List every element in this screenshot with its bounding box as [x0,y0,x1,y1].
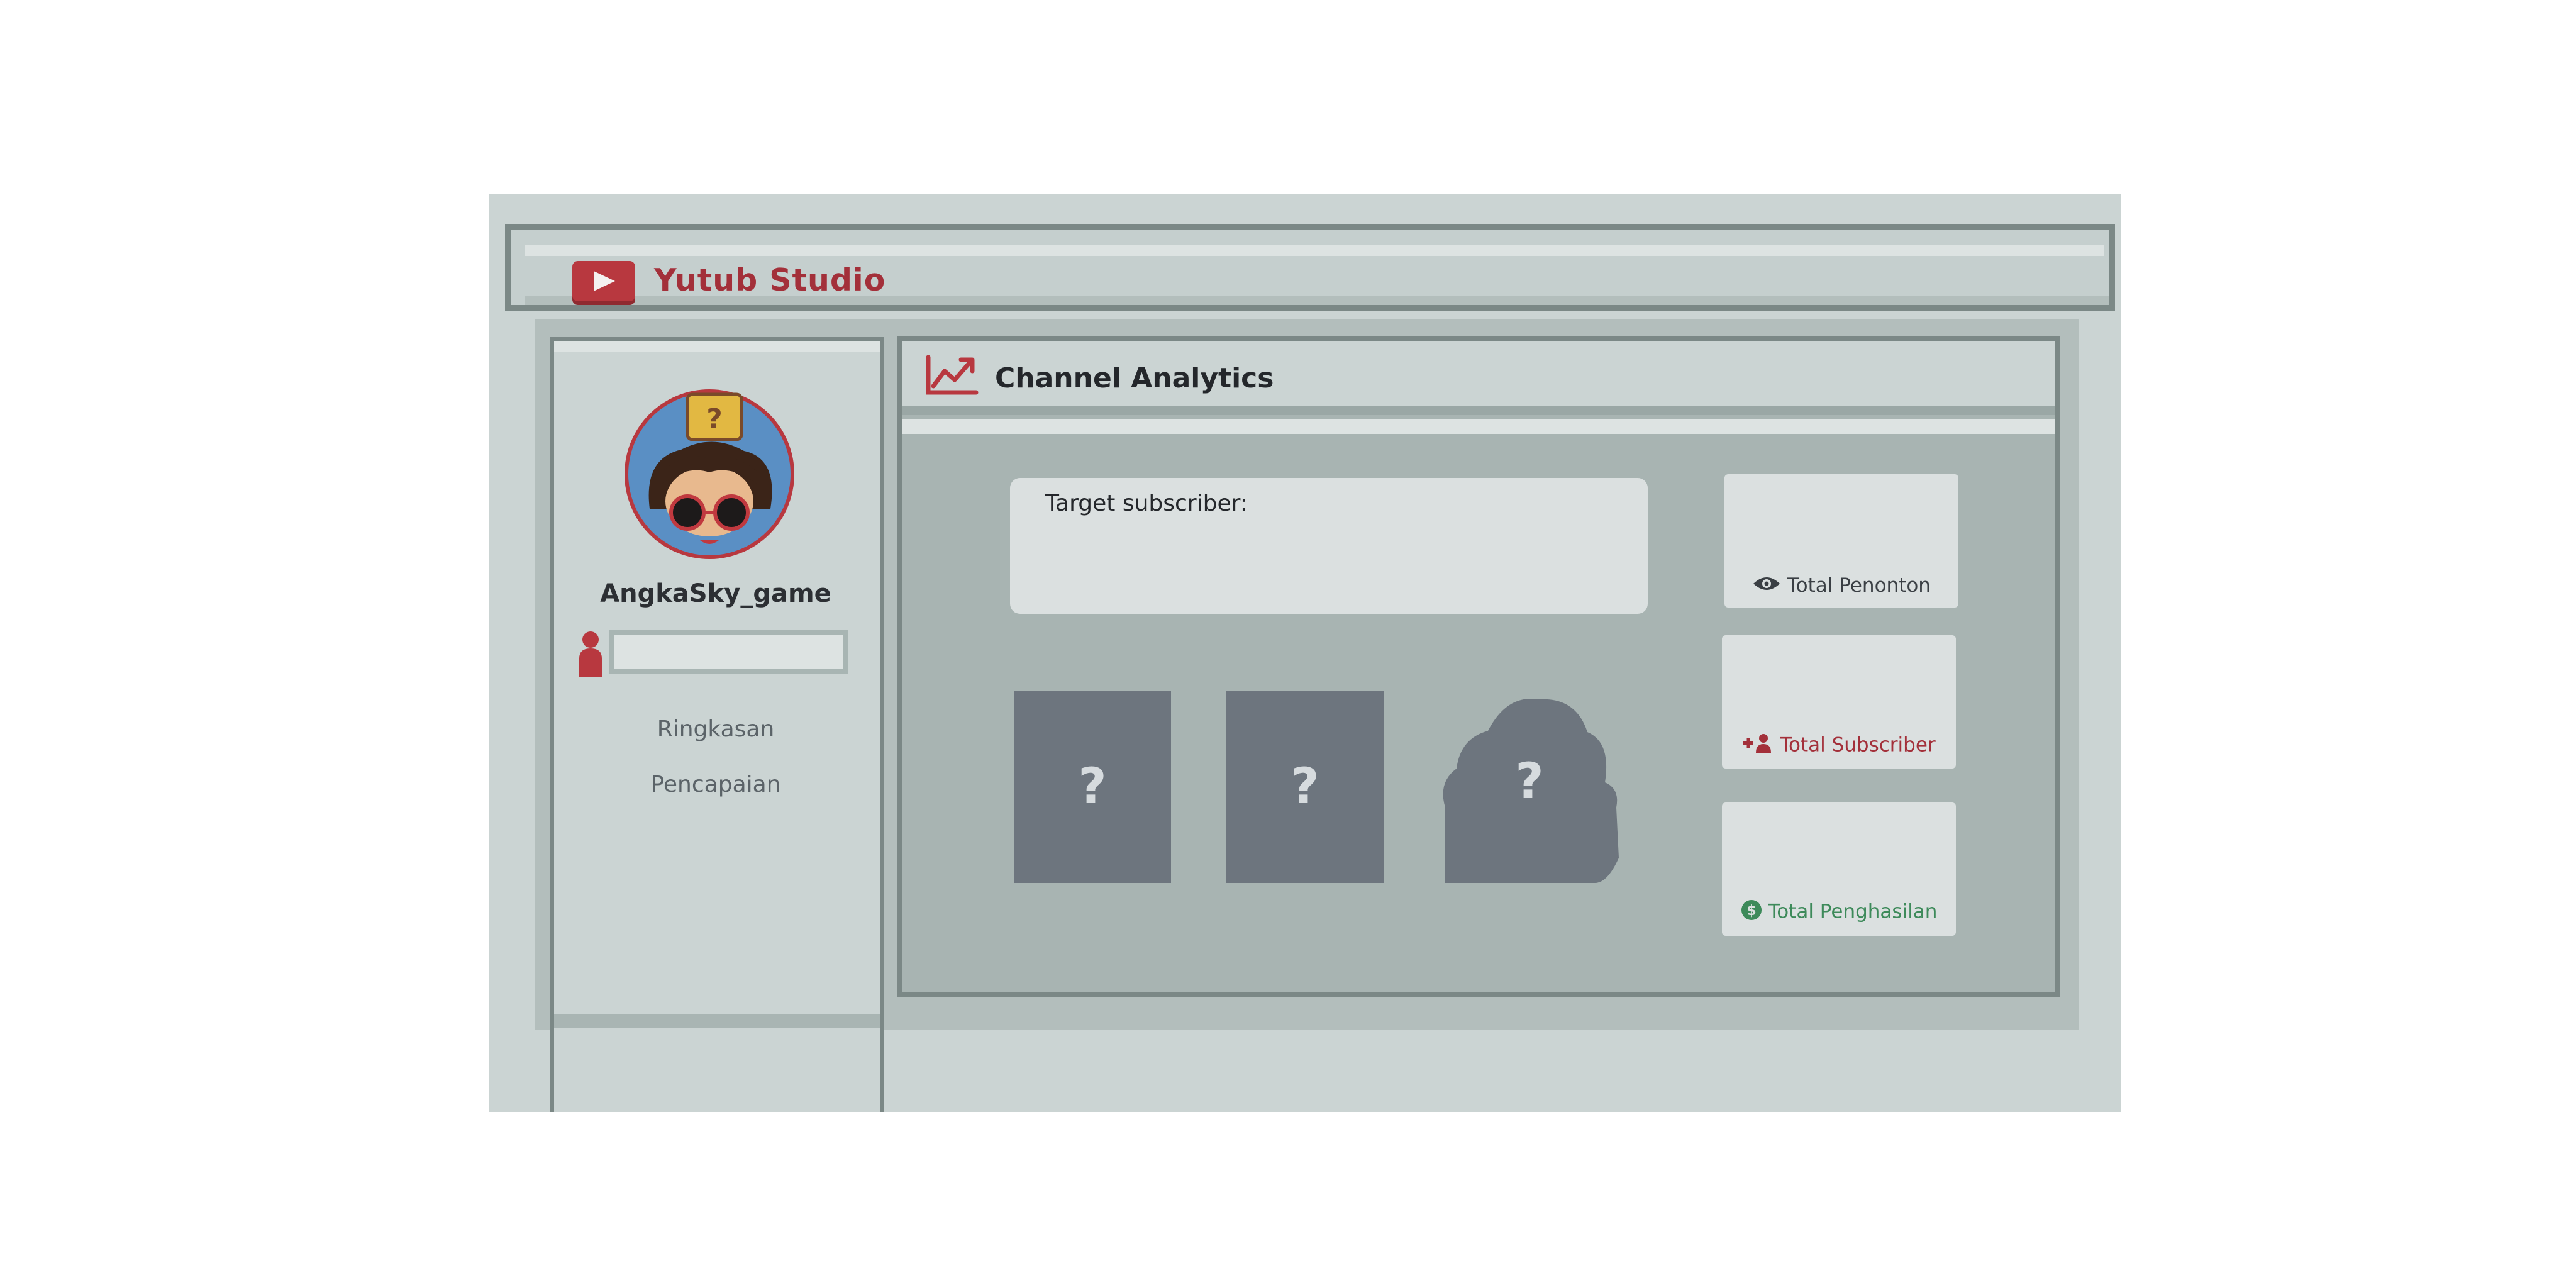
svg-text:$: $ [1746,903,1756,919]
locked-item-2-label: ? [1291,758,1319,815]
nav-ringkasan[interactable]: Ringkasan [554,716,877,742]
total-penghasilan-label: Total Penghasilan [1768,900,1938,923]
locked-item-3-label: ? [1515,753,1544,810]
total-penonton-card: Total Penonton [1724,474,1958,608]
locked-item-1[interactable]: ? [1014,691,1171,883]
main-header: Channel Analytics [902,341,2055,434]
subscriber-count-field[interactable] [609,630,848,674]
channel-name: AngkaSky_game [600,579,831,608]
eye-icon [1752,575,1781,597]
target-subscriber-label: Target subscriber: [1045,491,1248,516]
play-logo-icon [572,261,635,301]
app-window: Yutub Studio ? AngkaSky_game Ringkasan P… [489,194,2121,1112]
total-subscriber-card: Total Subscriber [1722,635,1956,769]
total-penghasilan-card: $ Total Penghasilan [1722,802,1956,936]
top-bar: Yutub Studio [505,224,2115,311]
add-person-icon [1742,733,1774,758]
sidebar: ? AngkaSky_game Ringkasan Pencapaian [550,337,884,1112]
app-title: Yutub Studio [654,262,886,298]
page-title: Channel Analytics [995,362,1274,394]
locked-item-2[interactable]: ? [1226,691,1384,883]
svg-text:?: ? [706,403,723,435]
analytics-chart-icon [924,355,979,399]
nav-pencapaian[interactable]: Pencapaian [554,772,877,797]
dollar-coin-icon: $ [1741,899,1762,926]
locked-item-1-label: ? [1078,758,1107,815]
total-penonton-label: Total Penonton [1787,574,1931,597]
channel-avatar[interactable]: ? [625,389,794,559]
locked-item-3[interactable]: ? [1438,694,1621,883]
total-subscriber-label: Total Subscriber [1780,733,1936,757]
target-subscriber-card: Target subscriber: [1010,478,1648,614]
subscriber-person-icon [577,630,604,681]
